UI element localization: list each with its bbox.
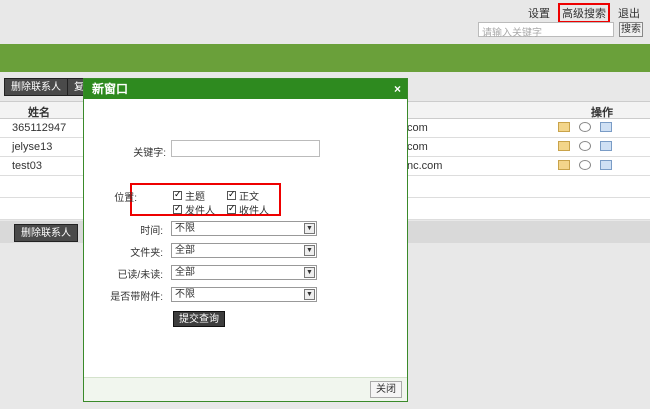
submit-query-button[interactable]: 提交查询 [173, 311, 225, 327]
card-icon[interactable] [600, 122, 612, 132]
position-label: 位置: [114, 193, 137, 204]
position-body-checkbox[interactable]: 正文 [227, 188, 259, 203]
chevron-down-icon: ▼ [304, 245, 315, 256]
dialog-body: 关键字: 位置: 主题 正文 发件人 收件人 时间: 不限▼ 文件夹: 全部▼ … [84, 99, 407, 377]
chat-icon[interactable] [579, 141, 591, 151]
position-recipient-checkbox[interactable]: 收件人 [227, 202, 269, 217]
chat-icon[interactable] [579, 160, 591, 170]
keyword-input[interactable] [171, 140, 320, 157]
position-sender-checkbox[interactable]: 发件人 [173, 202, 215, 217]
column-ops-header: 操作 [591, 107, 613, 119]
contact-email: com [407, 141, 428, 153]
folder-select[interactable]: 全部 ▼ [171, 243, 317, 258]
close-icon[interactable]: × [394, 79, 401, 99]
mail-icon[interactable] [558, 122, 570, 132]
attachment-label: 是否带附件: [110, 292, 163, 303]
chat-icon[interactable] [579, 122, 591, 132]
keyword-label: 关键字: [133, 148, 166, 159]
search-input[interactable]: 请输入关键字 [478, 22, 614, 39]
card-icon[interactable] [600, 160, 612, 170]
mail-icon[interactable] [558, 141, 570, 151]
contact-name: test03 [12, 160, 42, 172]
dialog-header: 新窗口 × [84, 79, 407, 99]
column-name-header: 姓名 [28, 107, 50, 119]
nav-bar [0, 44, 650, 72]
contact-name: 365112947 [12, 122, 67, 134]
contact-name: jelyse13 [12, 141, 53, 153]
delete-contact-button-bottom[interactable]: 删除联系人 [14, 224, 78, 242]
position-subject-checkbox[interactable]: 主题 [173, 188, 205, 203]
logout-link[interactable]: 退出 [616, 4, 642, 22]
delete-contact-button[interactable]: 删除联系人 [4, 78, 68, 96]
card-icon[interactable] [600, 141, 612, 151]
read-status-select[interactable]: 全部 ▼ [171, 265, 317, 280]
chevron-down-icon: ▼ [304, 289, 315, 300]
attachment-select[interactable]: 不限 ▼ [171, 287, 317, 302]
folder-label: 文件夹: [130, 248, 163, 259]
chevron-down-icon: ▼ [304, 267, 315, 278]
dialog-footer: 关闭 [84, 377, 407, 401]
contact-email: nc.com [407, 160, 443, 172]
read-status-label: 已读/未读: [117, 270, 163, 281]
dialog-close-button[interactable]: 关闭 [370, 381, 402, 398]
advanced-search-dialog: 新窗口 × 关键字: 位置: 主题 正文 发件人 收件人 时间: 不限▼ 文件夹… [83, 78, 408, 402]
time-select[interactable]: 不限 ▼ [171, 221, 317, 236]
chevron-down-icon: ▼ [304, 223, 315, 234]
time-label: 时间: [140, 226, 163, 237]
advanced-search-link[interactable]: 高级搜索 [558, 3, 610, 23]
contact-email: com [407, 122, 428, 134]
settings-link[interactable]: 设置 [526, 4, 552, 22]
mail-icon[interactable] [558, 160, 570, 170]
search-button[interactable]: 搜索 [619, 22, 643, 37]
dialog-title: 新窗口 [92, 82, 129, 96]
top-links: 设置 高级搜索 退出 [526, 3, 642, 23]
